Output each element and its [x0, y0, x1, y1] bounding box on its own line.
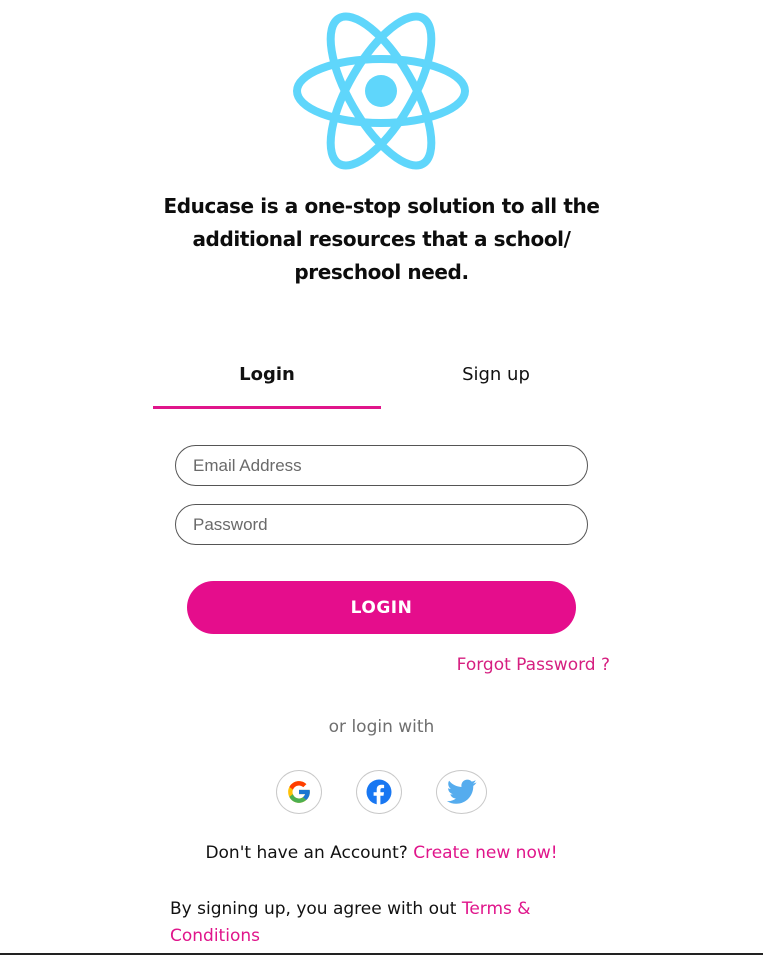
- auth-tabs: Login Sign up: [153, 352, 610, 409]
- facebook-icon: [366, 779, 392, 805]
- twitter-login-button[interactable]: [436, 770, 487, 814]
- tab-signup[interactable]: Sign up: [382, 352, 610, 409]
- email-field[interactable]: [175, 445, 588, 486]
- signup-prompt: Don't have an Account? Create new now!: [0, 843, 763, 863]
- login-page: Educase is a one-stop solution to all th…: [0, 0, 763, 956]
- or-login-with-caption: or login with: [328, 717, 435, 737]
- forgot-password-link[interactable]: Forgot Password ?: [457, 655, 610, 675]
- password-field[interactable]: [175, 504, 588, 545]
- terms-text: By signing up, you agree with out: [170, 899, 457, 919]
- terms-notice: By signing up, you agree with out Terms …: [170, 896, 570, 950]
- google-icon: [288, 781, 310, 803]
- tagline: Educase is a one-stop solution to all th…: [163, 194, 600, 284]
- tab-login[interactable]: Login: [153, 352, 381, 409]
- facebook-login-button[interactable]: [356, 770, 402, 814]
- bottom-divider: [0, 953, 763, 955]
- twitter-icon: [446, 779, 476, 804]
- login-button[interactable]: LOGIN: [187, 581, 576, 634]
- active-tab-indicator: [153, 406, 381, 409]
- create-account-link[interactable]: Create new now!: [413, 843, 557, 863]
- google-login-button[interactable]: [276, 770, 322, 814]
- signup-prompt-text: Don't have an Account?: [205, 843, 408, 863]
- react-atom-icon: [293, 12, 469, 170]
